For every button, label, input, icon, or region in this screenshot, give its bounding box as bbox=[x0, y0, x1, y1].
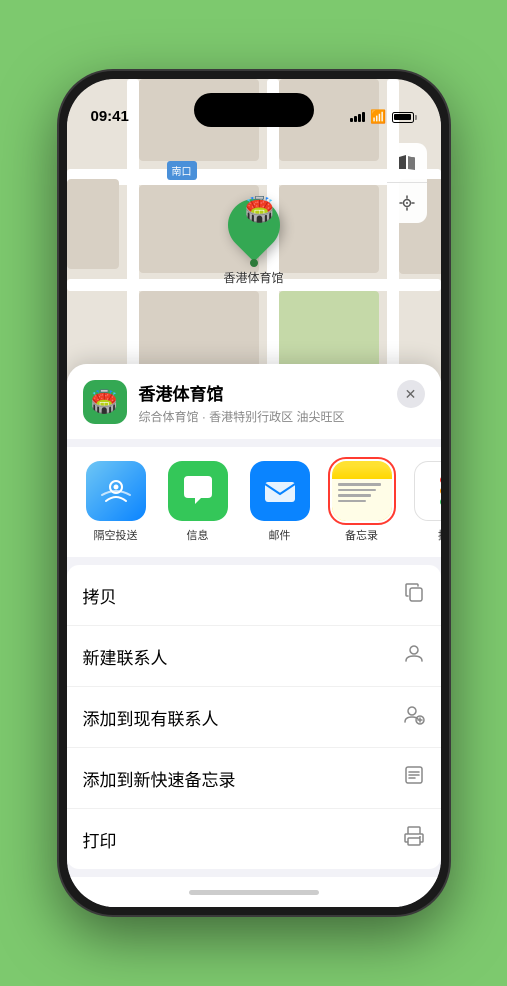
more-icon bbox=[414, 461, 441, 521]
place-name: 香港体育馆 bbox=[139, 380, 385, 405]
location-button[interactable] bbox=[387, 183, 427, 223]
road-label: 南口 bbox=[167, 161, 197, 180]
status-time: 09:41 bbox=[91, 108, 129, 127]
action-list: 拷贝 新建联系人 bbox=[67, 565, 441, 869]
phone-screen: 09:41 📶 bbox=[67, 79, 441, 907]
close-button[interactable]: ✕ bbox=[397, 380, 425, 408]
action-new-contact[interactable]: 新建联系人 bbox=[67, 626, 441, 687]
status-icons: 📶 bbox=[350, 109, 416, 127]
action-print[interactable]: 打印 bbox=[67, 809, 441, 869]
messages-icon bbox=[168, 461, 228, 521]
airdrop-label: 隔空投送 bbox=[94, 527, 138, 543]
dynamic-island bbox=[194, 93, 314, 127]
pin-label: 香港体育馆 bbox=[223, 269, 283, 286]
wifi-icon: 📶 bbox=[370, 109, 386, 125]
person-icon bbox=[403, 642, 425, 670]
action-quick-note[interactable]: 添加到新快速备忘录 bbox=[67, 748, 441, 809]
action-copy-label: 拷贝 bbox=[83, 583, 117, 608]
notes-icon bbox=[332, 461, 392, 521]
action-new-contact-label: 新建联系人 bbox=[83, 644, 168, 669]
share-item-messages[interactable]: 信息 bbox=[157, 461, 239, 543]
more-label: 提 bbox=[438, 527, 441, 543]
phone-frame: 09:41 📶 bbox=[59, 71, 449, 915]
airdrop-icon bbox=[86, 461, 146, 521]
home-bar bbox=[189, 890, 319, 895]
notes-label: 备忘录 bbox=[345, 527, 378, 543]
mail-label: 邮件 bbox=[269, 527, 291, 543]
action-print-label: 打印 bbox=[83, 827, 117, 852]
share-row: 隔空投送 信息 bbox=[67, 447, 441, 557]
action-add-existing-contact[interactable]: 添加到现有联系人 bbox=[67, 687, 441, 748]
share-item-more[interactable]: 提 bbox=[403, 461, 441, 543]
bottom-sheet: 🏟️ 香港体育馆 综合体育馆 · 香港特别行政区 油尖旺区 ✕ bbox=[67, 364, 441, 907]
share-item-mail[interactable]: 邮件 bbox=[239, 461, 321, 543]
map-controls bbox=[387, 143, 427, 223]
place-icon: 🏟️ bbox=[83, 380, 127, 424]
place-info: 香港体育馆 综合体育馆 · 香港特别行政区 油尖旺区 bbox=[139, 380, 385, 425]
copy-icon bbox=[403, 581, 425, 609]
action-quick-note-label: 添加到新快速备忘录 bbox=[83, 766, 236, 791]
map-type-button[interactable] bbox=[387, 143, 427, 183]
messages-label: 信息 bbox=[187, 527, 209, 543]
signal-icon bbox=[350, 112, 365, 122]
place-subtitle: 综合体育馆 · 香港特别行政区 油尖旺区 bbox=[139, 408, 385, 425]
action-add-existing-label: 添加到现有联系人 bbox=[83, 705, 219, 730]
location-pin: 🏟️ 香港体育馆 bbox=[223, 199, 283, 286]
action-copy[interactable]: 拷贝 bbox=[67, 565, 441, 626]
share-item-airdrop[interactable]: 隔空投送 bbox=[75, 461, 157, 543]
battery-icon bbox=[392, 112, 417, 123]
home-indicator bbox=[67, 877, 441, 907]
print-icon bbox=[403, 825, 425, 853]
person-add-icon bbox=[403, 703, 425, 731]
share-item-notes[interactable]: 备忘录 bbox=[321, 461, 403, 543]
place-header: 🏟️ 香港体育馆 综合体育馆 · 香港特别行政区 油尖旺区 ✕ bbox=[67, 364, 441, 439]
note-icon bbox=[403, 764, 425, 792]
mail-icon bbox=[250, 461, 310, 521]
